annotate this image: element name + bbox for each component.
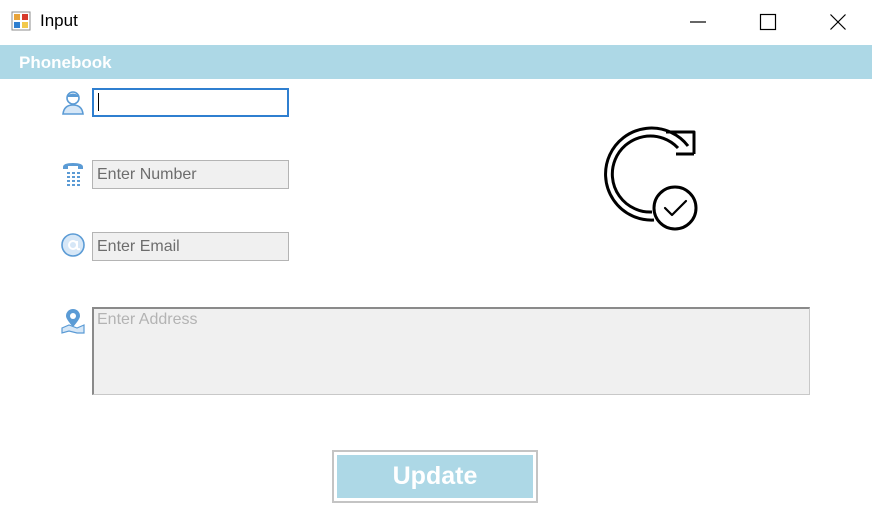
refresh-check-icon (604, 126, 698, 231)
location-pin-icon (61, 309, 85, 334)
text-caret (98, 93, 99, 111)
close-button[interactable] (810, 0, 866, 44)
address-input[interactable] (92, 307, 810, 395)
update-button-label: Update (337, 455, 533, 498)
page-title: Phonebook (19, 53, 112, 72)
name-input[interactable] (92, 88, 289, 117)
maximize-button[interactable] (740, 0, 796, 44)
minimize-button[interactable] (670, 0, 726, 44)
update-button[interactable]: Update (332, 450, 538, 503)
app-header: Phonebook (0, 45, 872, 79)
maximize-icon (759, 13, 777, 31)
minimize-icon (690, 21, 706, 23)
number-input[interactable] (92, 160, 289, 189)
window-title: Input (40, 11, 78, 30)
window-titlebar: Input (0, 0, 872, 44)
at-sign-icon (61, 233, 85, 257)
form-app-icon (11, 11, 31, 31)
person-icon (62, 91, 84, 115)
telephone-icon (63, 163, 83, 186)
email-input[interactable] (92, 232, 289, 261)
close-icon (830, 14, 846, 30)
